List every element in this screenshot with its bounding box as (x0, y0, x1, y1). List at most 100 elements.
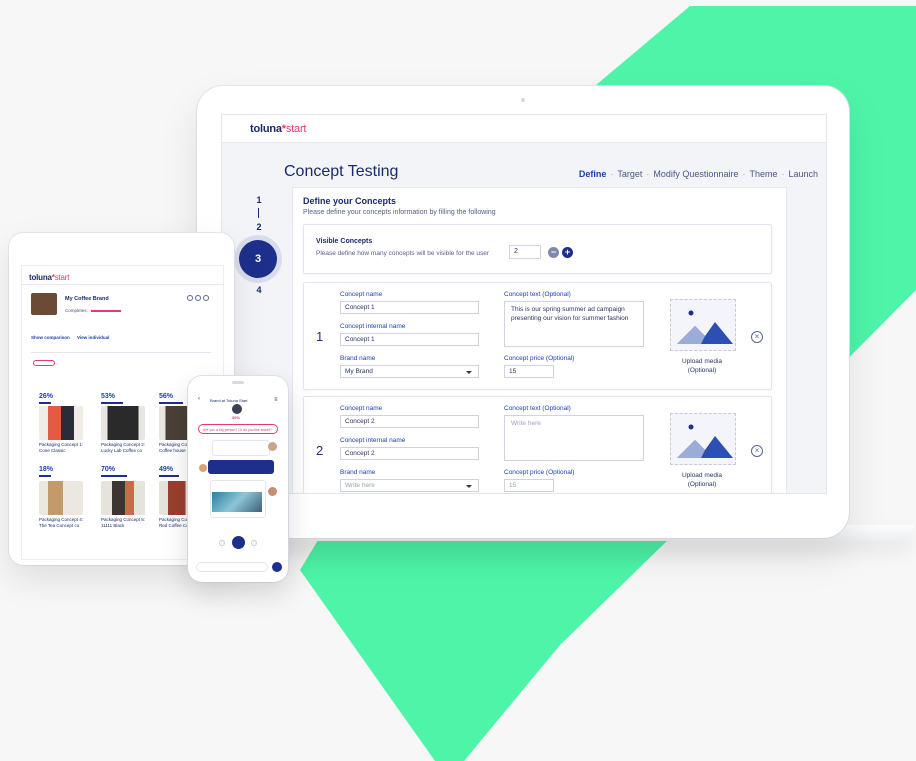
step-1[interactable]: 1 (253, 195, 265, 205)
wizard-step-define[interactable]: Define (579, 169, 607, 179)
decrease-button[interactable]: − (548, 247, 559, 258)
product-name: Packaging Concept 1: Cone Classic (39, 442, 84, 453)
score-bar (39, 475, 51, 477)
concept-card-2: 2 Concept name Concept 2 Concept interna… (303, 396, 772, 493)
send-button[interactable] (232, 536, 245, 549)
progress-percent: 30% (232, 415, 241, 420)
concept-internal-name-input[interactable]: Concept 1 (340, 333, 479, 346)
concept-text-area[interactable]: This is our spring summer ad campaign pr… (504, 301, 644, 347)
product-name: Packaging Concept 5: 11111 Black (101, 517, 146, 528)
media-thumbnail (212, 492, 262, 512)
upload-media-label: Upload media (Optional) (681, 472, 723, 488)
concept-price-label: Concept price (Optional) (504, 355, 575, 362)
app-header: toluna*start (222, 115, 826, 143)
concept-text-area[interactable]: Write here (504, 415, 644, 461)
product-image (39, 481, 83, 515)
laptop-frame: toluna*start Concept Testing Define · Ta… (197, 86, 849, 538)
step-3-current[interactable]: 3 (239, 240, 277, 278)
toluna-start-logo[interactable]: toluna*start (250, 123, 307, 135)
score-percent: 26% (39, 393, 54, 400)
message-input[interactable] (196, 562, 268, 572)
concept-number: 1 (316, 329, 324, 344)
concept-internal-name-label: Concept internal name (340, 323, 406, 330)
step-4[interactable]: 4 (253, 285, 265, 295)
emoji-icon[interactable] (251, 540, 257, 546)
avatar (268, 442, 277, 451)
visible-concepts-input[interactable]: 2 (509, 245, 541, 259)
wizard-step-launch[interactable]: Launch (788, 169, 818, 179)
brand-name-label: Brand name (340, 355, 376, 362)
image-placeholder-icon (677, 310, 733, 344)
wizard-separator: · (742, 169, 746, 179)
wizard-step-target[interactable]: Target (617, 169, 642, 179)
wizard-separator: · (781, 169, 785, 179)
wizard-breadcrumb: Define · Target · Modify Questionnaire ·… (579, 169, 818, 179)
wizard-separator: · (646, 169, 650, 179)
upload-media-box[interactable] (670, 299, 736, 351)
mic-button[interactable] (272, 562, 282, 572)
marketing-scene: toluna*start Concept Testing Define · Ta… (0, 0, 916, 761)
completion-label: Completes: (65, 308, 88, 313)
phone-device: ‹ Brand at Toluna Start ≡ 30% Are you a … (188, 376, 288, 582)
settings-icon[interactable] (195, 295, 201, 301)
product-image (101, 481, 145, 515)
brand-name-select[interactable]: Write here (340, 479, 479, 492)
increase-button[interactable]: + (562, 247, 573, 258)
step-2[interactable]: 2 (253, 222, 265, 232)
upload-media-box[interactable] (670, 413, 736, 465)
completion-bar (91, 310, 121, 312)
concept-price-label: Concept price (Optional) (504, 469, 575, 476)
filter-chip[interactable] (33, 360, 55, 366)
product-image (39, 406, 83, 440)
toluna-start-logo: toluna*start (29, 273, 70, 282)
concept-name-label: Concept name (340, 291, 383, 298)
image-placeholder-icon (677, 424, 733, 458)
product-name: Packaging Concept 4: The Tea Concept co (39, 517, 84, 528)
score-percent: 49% (159, 466, 174, 473)
share-icon[interactable] (187, 295, 193, 301)
wizard-step-modify-questionnaire[interactable]: Modify Questionnaire (653, 169, 738, 179)
phone-notch (232, 381, 244, 384)
score-bar (101, 402, 123, 404)
score-percent: 70% (101, 466, 116, 473)
wizard-step-theme[interactable]: Theme (749, 169, 777, 179)
concept-internal-name-input[interactable]: Concept 2 (340, 447, 479, 460)
brand-name-select[interactable]: My Brand (340, 365, 479, 378)
concept-name-input[interactable]: Concept 1 (340, 301, 479, 314)
concept-name-label: Concept name (340, 405, 383, 412)
score-percent: 56% (159, 393, 174, 400)
back-arrow-icon[interactable]: ‹ (198, 396, 200, 402)
selected-answer-bubble[interactable] (208, 460, 274, 474)
avatar (232, 404, 242, 414)
score-bar (101, 475, 127, 477)
remove-concept-button[interactable]: × (751, 445, 763, 457)
concept-internal-name-label: Concept internal name (340, 437, 406, 444)
avatar (199, 464, 207, 472)
concept-price-input[interactable]: 15 (504, 479, 554, 492)
product-image (101, 406, 145, 440)
visible-concepts-subtitle: Please define how many concepts will be … (316, 250, 490, 257)
show-comparison-link[interactable]: Show comparison (31, 335, 70, 340)
score-bar (159, 475, 179, 477)
attach-icon[interactable] (219, 540, 225, 546)
more-icon[interactable] (203, 295, 209, 301)
step-connector (258, 208, 259, 218)
visible-concepts-title: Visible Concepts (316, 238, 373, 245)
answer-bubble[interactable] (212, 440, 270, 456)
question-bubble: Are you a big person? Or do you like swe… (198, 424, 278, 434)
concept-name-input[interactable]: Concept 2 (340, 415, 479, 428)
remove-concept-button[interactable]: × (751, 331, 763, 343)
menu-icon[interactable]: ≡ (274, 397, 278, 403)
section-title: Define your Concepts (303, 196, 397, 206)
wizard-separator: · (610, 169, 614, 179)
laptop-screen: toluna*start Concept Testing Define · Ta… (221, 114, 827, 494)
product-thumbnail (31, 293, 57, 315)
product-title: My Coffee Brand (65, 296, 109, 302)
concept-card-1: 1 Concept name Concept 1 Concept interna… (303, 282, 772, 390)
visible-concepts-card: Visible Concepts Please define how many … (303, 224, 772, 274)
brand-name-label: Brand name (340, 469, 376, 476)
laptop-camera (521, 98, 525, 102)
view-individual-link[interactable]: View individual (77, 335, 109, 340)
concept-price-input[interactable]: 15 (504, 365, 554, 378)
product-actions (187, 295, 209, 301)
